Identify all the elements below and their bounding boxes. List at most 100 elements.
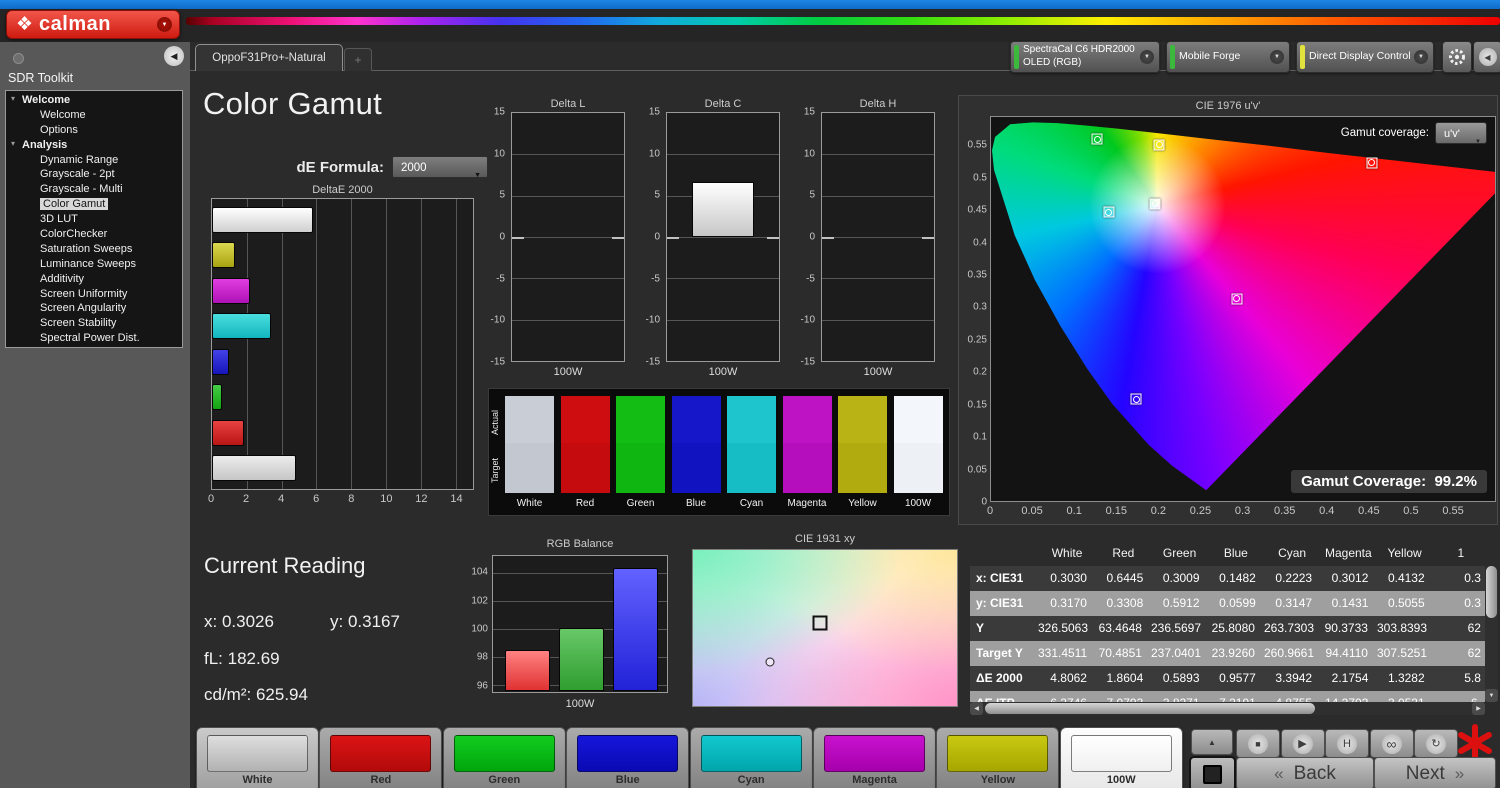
gamut-coverage-dropdown[interactable]: u'v' ▼ xyxy=(1435,122,1487,145)
patch-button-blue[interactable]: Blue xyxy=(566,727,690,788)
back-button[interactable]: « Back xyxy=(1236,757,1374,788)
zero-tick xyxy=(822,237,834,239)
patch-button-white[interactable]: White xyxy=(196,727,319,788)
expand-up-button[interactable]: ▲ xyxy=(1191,729,1233,755)
axis-tick-label: 14 xyxy=(450,493,463,505)
table-cell: 4.8755 xyxy=(1265,691,1321,702)
swatch-target xyxy=(727,442,776,493)
axis-tick-label: 0.35 xyxy=(1273,505,1296,517)
axis-tick-label: 0.2 xyxy=(973,366,987,378)
display-caret-icon: ▼ xyxy=(1414,50,1428,64)
display-status-indicator xyxy=(1300,45,1305,69)
sidebar-item-spectral-power-dist[interactable]: Spectral Power Dist. xyxy=(6,331,182,346)
patch-button-magenta[interactable]: Magenta xyxy=(813,727,936,788)
patch-button-cyan[interactable]: Cyan xyxy=(689,727,813,788)
display-control-label: Direct Display Control xyxy=(1309,50,1411,62)
scroll-left-arrow-icon[interactable]: ◀ xyxy=(970,702,983,715)
de-formula-dropdown[interactable]: 2000 ▼ xyxy=(392,156,488,179)
sidebar-item-welcome[interactable]: ▾ Welcome xyxy=(6,93,182,108)
source-device-button[interactable]: Mobile Forge ▼ xyxy=(1166,41,1290,73)
sidebar-item-screen-angularity[interactable]: Screen Angularity xyxy=(6,301,182,316)
swatch-label: Red xyxy=(575,498,595,509)
refresh-button[interactable]: ↻ xyxy=(1414,729,1458,758)
patch-button-red[interactable]: Red xyxy=(319,727,443,788)
deltae-chart xyxy=(211,198,474,490)
patch-color-chip xyxy=(330,735,432,772)
axis-tick-label: 0 xyxy=(986,505,994,517)
sidebar-item-color-gamut[interactable]: Color Gamut xyxy=(6,197,182,212)
display-control-button[interactable]: Direct Display Control ▼ xyxy=(1296,41,1434,73)
sidebar-item-dynamic-range[interactable]: Dynamic Range xyxy=(6,153,182,168)
rgb-balance-yaxis: 104 102 100 98 96 xyxy=(462,555,488,693)
horizontal-scroll-thumb[interactable] xyxy=(985,703,1315,714)
session-tab-label: OppoF31Pro+-Natural xyxy=(212,52,326,64)
vertical-scroll-thumb[interactable] xyxy=(1486,566,1497,618)
panel-collapse-button[interactable]: ◀ xyxy=(1473,41,1500,73)
axis-tick-label: 0.15 xyxy=(1105,505,1127,517)
gridline xyxy=(512,195,624,197)
axis-tick-label: 102 xyxy=(471,595,488,607)
chart-xlabel: 100W xyxy=(863,366,893,378)
axis-tick-label: 100 xyxy=(471,623,488,635)
sidebar-item-grayscale-2pt[interactable]: Grayscale - 2pt xyxy=(6,167,182,182)
calman-menu-button[interactable]: ❖ calman ▼ xyxy=(6,10,180,39)
axis-tick-label: 0 xyxy=(499,231,505,243)
sidebar-item-options[interactable]: Options xyxy=(6,123,182,138)
pattern-size-button[interactable]: H xyxy=(1325,729,1369,758)
gamut-point-cyan xyxy=(1103,206,1115,218)
sidebar-collapse-button[interactable]: ◀ xyxy=(164,46,184,66)
table-cell: 90.3733 xyxy=(1324,621,1368,635)
axis-tick-label: 15 xyxy=(493,106,505,118)
sidebar-item-screen-stability[interactable]: Screen Stability xyxy=(6,316,182,331)
patch-button-100w[interactable]: 100W xyxy=(1059,727,1183,788)
actual-point-icon xyxy=(1368,159,1376,167)
sidebar-item-luminance-sweeps[interactable]: Luminance Sweeps xyxy=(6,257,182,272)
pattern-window-button[interactable] xyxy=(1189,756,1236,788)
sidebar-item-welcome[interactable]: Welcome xyxy=(6,108,182,123)
scroll-right-arrow-icon[interactable]: ▶ xyxy=(1472,702,1485,715)
row-label: x: CIE31 xyxy=(976,571,1024,585)
gridline xyxy=(512,154,624,156)
sidebar-pin-icon[interactable] xyxy=(13,53,24,64)
play-button[interactable]: ▶ xyxy=(1280,729,1325,758)
table-vertical-scrollbar[interactable]: ▼ xyxy=(1485,566,1498,702)
sidebar-item-grayscale-multi[interactable]: Grayscale - Multi xyxy=(6,182,182,197)
settings-gear-button[interactable] xyxy=(1442,41,1472,73)
table-cell: 237.0401 xyxy=(1150,646,1202,660)
sidebar-item-additivity[interactable]: Additivity xyxy=(6,272,182,287)
read-continuous-button[interactable]: ∞ xyxy=(1369,729,1414,758)
deltae-bar-100w xyxy=(212,206,313,233)
cie1931-title: CIE 1931 xy xyxy=(795,533,855,545)
swatch-cyan xyxy=(727,396,776,493)
patch-button-yellow[interactable]: Yellow xyxy=(936,727,1060,788)
reading-fl: fL: 182.69 xyxy=(204,649,280,668)
axis-tick-label: 0.15 xyxy=(967,399,987,411)
calman-menu-caret-icon[interactable]: ▼ xyxy=(157,17,172,32)
sidebar-item-analysis[interactable]: ▾ Analysis xyxy=(6,138,182,153)
gamut-coverage-dropdown-value: u'v' xyxy=(1444,128,1460,140)
table-cell: 62 xyxy=(1467,621,1481,635)
axis-tick-label: 0.5 xyxy=(973,172,987,184)
sidebar-item-colorchecker[interactable]: ColorChecker xyxy=(6,227,182,242)
axis-tick-label: 15 xyxy=(648,106,660,118)
sidebar-item-screen-uniformity[interactable]: Screen Uniformity xyxy=(6,287,182,302)
table-cell: 0.3 xyxy=(1464,596,1481,610)
sidebar-item-saturation-sweeps[interactable]: Saturation Sweeps xyxy=(6,242,182,257)
new-tab-button[interactable]: + xyxy=(344,48,372,71)
deltae-bar-white xyxy=(212,455,296,482)
table-horizontal-scrollbar[interactable]: ◀ ▶ xyxy=(970,702,1485,715)
patch-button-green[interactable]: Green xyxy=(442,727,566,788)
stop-button[interactable]: ■ xyxy=(1236,729,1280,758)
sidebar-item-3d-lut[interactable]: 3D LUT xyxy=(6,212,182,227)
next-button[interactable]: Next » xyxy=(1374,757,1496,788)
session-tab[interactable]: OppoF31Pro+-Natural xyxy=(195,44,343,71)
scroll-down-arrow-icon[interactable]: ▼ xyxy=(1485,689,1498,702)
sidebar-item-label: Screen Angularity xyxy=(40,302,127,315)
swatch-yellow xyxy=(838,396,887,493)
swatch-actual xyxy=(782,396,832,443)
patch-color-chip xyxy=(824,735,925,772)
actual-target-swatch-strip: Actual Target White Red Green Blue Cyan Magenta… xyxy=(488,388,950,516)
meter-device-button[interactable]: SpectraCal C6 HDR2000 OLED (RGB) ▼ xyxy=(1010,41,1160,73)
gridline xyxy=(667,237,779,238)
table-row-target-y: Target Y 331.4511 70.4851 237.0401 23.9260 26… xyxy=(970,641,1485,666)
